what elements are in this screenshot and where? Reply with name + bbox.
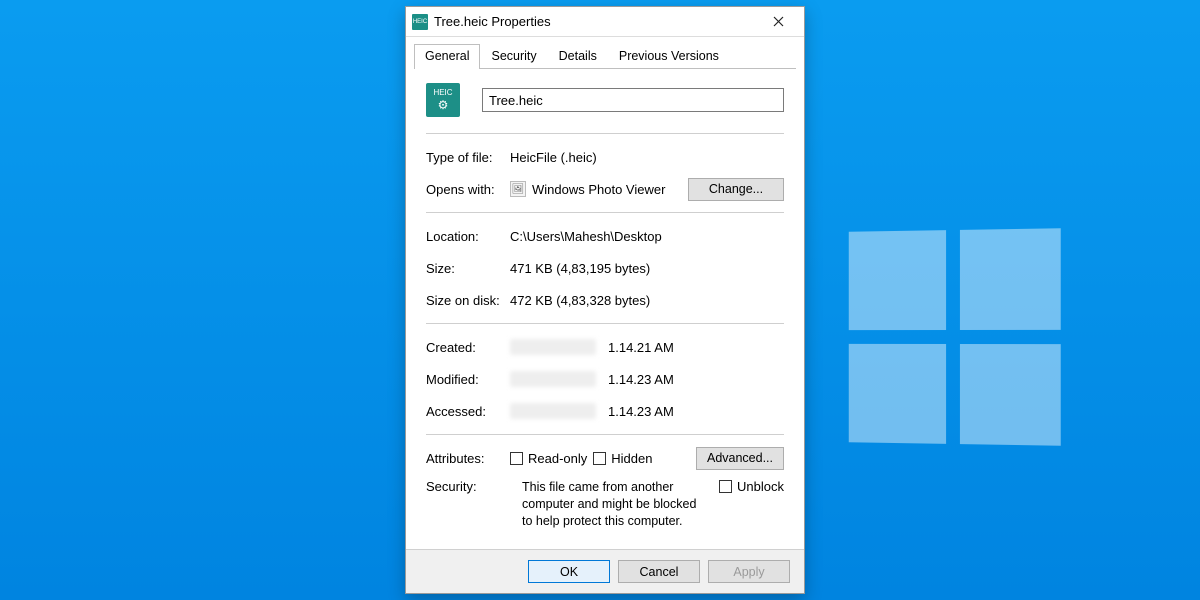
close-button[interactable]	[758, 8, 798, 36]
attributes-label: Attributes:	[426, 451, 510, 466]
security-text: This file came from another computer and…	[522, 479, 707, 530]
file-type-icon: HEIC⚙	[426, 83, 460, 117]
photo-viewer-icon: 🖼	[510, 181, 526, 197]
tab-general[interactable]: General	[414, 44, 480, 69]
modified-label: Modified:	[426, 372, 510, 387]
cancel-button[interactable]: Cancel	[618, 560, 700, 583]
accessed-date-redacted	[510, 403, 596, 419]
security-label: Security:	[426, 479, 510, 494]
advanced-button[interactable]: Advanced...	[696, 447, 784, 470]
accessed-label: Accessed:	[426, 404, 510, 419]
tab-panel-general: HEIC⚙ Type of file: HeicFile (.heic) Ope…	[406, 69, 804, 549]
type-of-file-label: Type of file:	[426, 150, 510, 165]
change-button[interactable]: Change...	[688, 178, 784, 201]
readonly-checkbox[interactable]: Read-only	[510, 451, 587, 466]
tab-details[interactable]: Details	[548, 44, 608, 69]
opens-with-value: Windows Photo Viewer	[532, 182, 665, 197]
size-value: 471 KB (4,83,195 bytes)	[510, 261, 784, 276]
accessed-time: 1.14.23 AM	[608, 404, 674, 419]
hidden-checkbox[interactable]: Hidden	[593, 451, 652, 466]
dialog-footer: OK Cancel Apply	[406, 549, 804, 593]
properties-dialog: HEIC Tree.heic Properties General Securi…	[405, 6, 805, 594]
tab-strip: General Security Details Previous Versio…	[414, 43, 796, 69]
filename-input[interactable]	[482, 88, 784, 112]
created-date-redacted	[510, 339, 596, 355]
apply-button[interactable]: Apply	[708, 560, 790, 583]
unblock-checkbox[interactable]: Unblock	[719, 479, 784, 494]
modified-date-redacted	[510, 371, 596, 387]
created-label: Created:	[426, 340, 510, 355]
size-on-disk-label: Size on disk:	[426, 293, 510, 308]
location-value: C:\Users\Mahesh\Desktop	[510, 229, 784, 244]
opens-with-label: Opens with:	[426, 182, 510, 197]
modified-time: 1.14.23 AM	[608, 372, 674, 387]
titlebar: HEIC Tree.heic Properties	[406, 7, 804, 37]
tab-previous-versions[interactable]: Previous Versions	[608, 44, 730, 69]
window-title: Tree.heic Properties	[434, 14, 758, 29]
size-label: Size:	[426, 261, 510, 276]
created-time: 1.14.21 AM	[608, 340, 674, 355]
tab-security[interactable]: Security	[480, 44, 547, 69]
location-label: Location:	[426, 229, 510, 244]
windows-logo	[849, 228, 1061, 446]
type-of-file-value: HeicFile (.heic)	[510, 150, 784, 165]
size-on-disk-value: 472 KB (4,83,328 bytes)	[510, 293, 784, 308]
heic-icon: HEIC	[412, 14, 428, 30]
ok-button[interactable]: OK	[528, 560, 610, 583]
